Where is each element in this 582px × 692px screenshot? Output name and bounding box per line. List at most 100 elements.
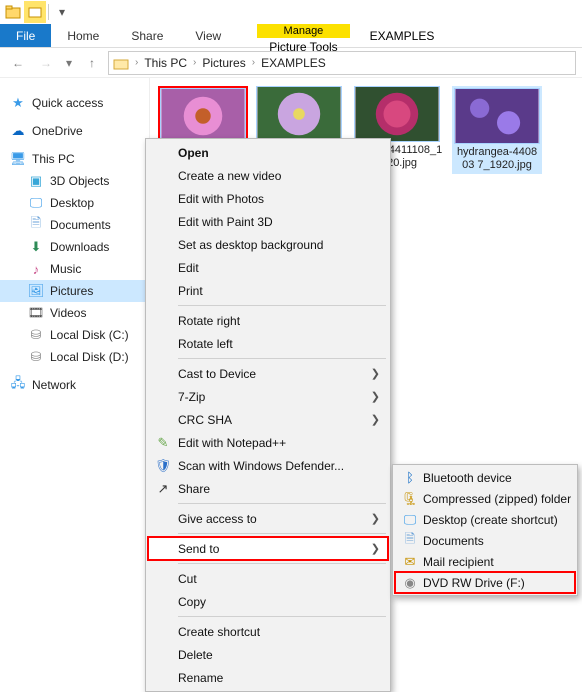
menu-send-to[interactable]: Send to ❯ <box>148 537 388 560</box>
nav-videos[interactable]: 🎞 Videos <box>0 302 149 324</box>
menu-copy[interactable]: Copy <box>148 590 388 613</box>
forward-button[interactable]: → <box>34 51 58 75</box>
menu-edit-paint3d[interactable]: Edit with Paint 3D <box>148 210 388 233</box>
menu-create-shortcut[interactable]: Create shortcut <box>148 620 388 643</box>
qat-button[interactable] <box>24 1 46 23</box>
menu-cut[interactable]: Cut <box>148 567 388 590</box>
nav-this-pc[interactable]: 🖥 This PC <box>0 148 149 170</box>
menu-label: Send to <box>178 542 219 556</box>
sendto-mail[interactable]: ✉Mail recipient <box>395 551 575 572</box>
recent-dropdown[interactable]: ▾ <box>62 51 76 75</box>
menu-delete[interactable]: Delete <box>148 643 388 666</box>
shield-icon: 🛡 <box>154 457 172 475</box>
nav-onedrive[interactable]: ☁ OneDrive <box>0 120 149 142</box>
menu-set-background[interactable]: Set as desktop background <box>148 233 388 256</box>
navigation-pane: ★ Quick access ☁ OneDrive 🖥 This PC ▣ 3D… <box>0 78 150 590</box>
nav-label: Quick access <box>32 96 103 110</box>
chevron-right-icon[interactable]: › <box>193 57 196 68</box>
breadcrumb[interactable]: EXAMPLES <box>261 56 326 70</box>
menu-label: DVD RW Drive (F:) <box>423 576 525 590</box>
sendto-bluetooth[interactable]: ᛒBluetooth device <box>395 467 575 488</box>
bluetooth-icon: ᛒ <box>401 469 419 487</box>
menu-crc-sha[interactable]: CRC SHA ❯ <box>148 408 388 431</box>
menu-edit-photos[interactable]: Edit with Photos <box>148 187 388 210</box>
sendto-compressed[interactable]: 🗜 Compressed (zipped) folder <box>395 488 575 509</box>
chevron-right-icon[interactable]: › <box>135 57 138 68</box>
nav-music[interactable]: ♪ Music <box>0 258 149 280</box>
menu-give-access[interactable]: Give access to❯ <box>148 507 388 530</box>
share-icon: ↗ <box>154 480 172 498</box>
nav-downloads[interactable]: ⬇ Downloads <box>0 236 149 258</box>
sendto-submenu: ᛒBluetooth device 🗜 Compressed (zipped) f… <box>392 464 578 596</box>
menu-notepad[interactable]: ✎Edit with Notepad++ <box>148 431 388 454</box>
manage-label: Manage <box>257 24 349 38</box>
nav-3d-objects[interactable]: ▣ 3D Objects <box>0 170 149 192</box>
menu-separator <box>178 563 386 564</box>
menu-rotate-left[interactable]: Rotate left <box>148 332 388 355</box>
nav-local-disk-c[interactable]: ⛁ Local Disk (C:) <box>0 324 149 346</box>
chevron-right-icon: ❯ <box>371 512 380 525</box>
menu-7zip[interactable]: 7-Zip❯ <box>148 385 388 408</box>
menu-rename[interactable]: Rename <box>148 666 388 689</box>
mail-icon: ✉ <box>401 553 419 571</box>
nav-desktop[interactable]: 🖵 Desktop <box>0 192 149 214</box>
video-icon: 🎞 <box>28 305 44 321</box>
nav-label: Local Disk (D:) <box>50 350 129 364</box>
thumbnail <box>160 88 246 144</box>
home-tab[interactable]: Home <box>51 24 115 47</box>
download-icon: ⬇ <box>28 239 44 255</box>
cube-icon: ▣ <box>28 173 44 189</box>
nav-label: Pictures <box>50 284 93 298</box>
menu-label: Compressed (zipped) folder <box>423 492 571 506</box>
desktop-icon: 🖵 <box>401 511 419 529</box>
chevron-right-icon: ❯ <box>371 542 380 555</box>
nav-label: Videos <box>50 306 86 320</box>
nav-network[interactable]: 🖧 Network <box>0 374 149 396</box>
nav-local-disk-d[interactable]: ⛁ Local Disk (D:) <box>0 346 149 368</box>
sendto-documents[interactable]: 🗎Documents <box>395 530 575 551</box>
address-box[interactable]: › This PC › Pictures › EXAMPLES <box>108 51 576 75</box>
breadcrumb[interactable]: Pictures <box>202 56 245 70</box>
menu-edit[interactable]: Edit <box>148 256 388 279</box>
menu-cast[interactable]: Cast to Device❯ <box>148 362 388 385</box>
menu-create-video[interactable]: Create a new video <box>148 164 388 187</box>
thumbnail <box>256 86 342 142</box>
nav-label: Downloads <box>50 240 109 254</box>
chevron-right-icon[interactable]: › <box>252 57 255 68</box>
qat-dropdown[interactable]: ▾ <box>51 1 73 23</box>
menu-share[interactable]: ↗ Share <box>148 477 388 500</box>
menu-separator <box>178 533 386 534</box>
up-button[interactable]: ↑ <box>80 51 104 75</box>
zip-icon: 🗜 <box>401 490 419 508</box>
nav-label: Music <box>50 262 81 276</box>
back-button[interactable]: ← <box>6 51 30 75</box>
sendto-desktop[interactable]: 🖵 Desktop (create shortcut) <box>395 509 575 530</box>
menu-rotate-right[interactable]: Rotate right <box>148 309 388 332</box>
menu-label: Scan with Windows Defender... <box>178 459 344 473</box>
breadcrumb[interactable]: This PC <box>144 56 187 70</box>
file-tab[interactable]: File <box>0 24 51 47</box>
contextual-tab-group: Manage Picture Tools <box>257 24 349 47</box>
nav-label: 3D Objects <box>50 174 109 188</box>
file-item[interactable]: hydrangea-440803 7_1920.jpg <box>452 86 542 174</box>
pictures-icon: 🖼 <box>28 283 44 299</box>
menu-label: Share <box>178 482 210 496</box>
drive-icon: ⛁ <box>28 349 44 365</box>
window-title: EXAMPLES <box>370 24 435 47</box>
desktop-icon: 🖵 <box>28 195 44 211</box>
nav-pictures[interactable]: 🖼 Pictures <box>0 280 149 302</box>
title-bar: ▾ <box>0 0 582 24</box>
pc-icon: 🖥 <box>10 151 26 167</box>
chevron-right-icon: ❯ <box>371 413 380 426</box>
share-tab[interactable]: Share <box>115 24 179 47</box>
drive-icon: ⛁ <box>28 327 44 343</box>
nav-documents[interactable]: 🗎 Documents <box>0 214 149 236</box>
view-tab[interactable]: View <box>179 24 237 47</box>
nav-label: OneDrive <box>32 124 83 138</box>
menu-defender[interactable]: 🛡 Scan with Windows Defender... <box>148 454 388 477</box>
menu-label: CRC SHA <box>178 413 232 427</box>
menu-open[interactable]: Open <box>148 141 388 164</box>
menu-print[interactable]: Print <box>148 279 388 302</box>
menu-label: Desktop (create shortcut) <box>423 513 558 527</box>
nav-quick-access[interactable]: ★ Quick access <box>0 92 149 114</box>
